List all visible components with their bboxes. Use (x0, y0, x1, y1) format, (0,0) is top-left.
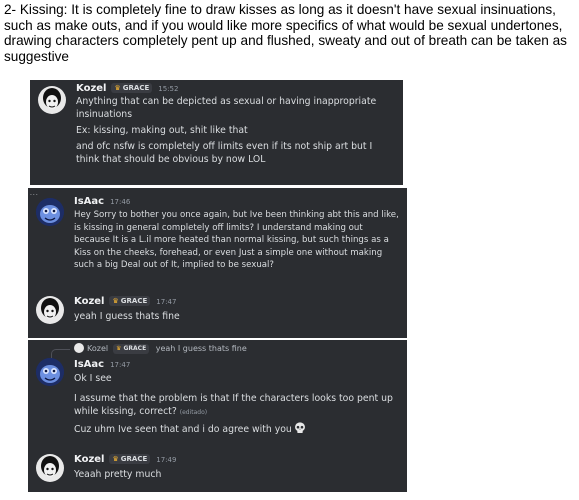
message-body: Ok I see I assume that the problem is th… (74, 372, 399, 436)
reply-preview[interactable]: Kozel ♛ GRACE yeah I guess thats fine (74, 343, 247, 354)
author-name[interactable]: Kozel (76, 83, 106, 94)
timestamp: 17:49 (156, 456, 177, 464)
kozel-avatar-icon[interactable] (36, 454, 64, 482)
message-line: Ok I see (74, 373, 112, 384)
role-tag: ♛ GRACE (113, 344, 150, 354)
author-name[interactable]: Kozel (74, 296, 104, 307)
timestamp: 17:47 (110, 361, 131, 369)
reply-text: yeah I guess thats fine (155, 344, 247, 353)
message-line: and ofc nsfw is completely off limits ev… (76, 141, 373, 165)
kozel-avatar-icon[interactable] (36, 296, 64, 324)
crown-icon: ♛ (112, 297, 119, 305)
author-name[interactable]: Kozel (74, 454, 104, 465)
timestamp: 17:47 (156, 298, 177, 306)
kozel-mini-avatar-icon (74, 343, 84, 353)
chat-screenshot-2: ... IsAac 17:46 Hey Sorry to bother you o… (28, 188, 407, 338)
crown-icon: ♛ (112, 455, 119, 463)
timestamp: 15:52 (158, 85, 179, 93)
role-tag: ♛ GRACE (111, 83, 153, 93)
skull-emoji-icon (294, 422, 306, 434)
role-tag: ♛ GRACE (109, 454, 151, 464)
isaac-avatar-icon[interactable] (36, 198, 64, 226)
message-line: Anything that can be depicted as sexual … (76, 96, 377, 120)
message-body: yeah I guess thats fine (74, 311, 180, 322)
chat-screenshot-1: Kozel ♛ GRACE 15:52 Anything that can be de… (30, 80, 403, 185)
reply-author: Kozel (87, 344, 109, 353)
timestamp: 17:46 (110, 198, 131, 206)
message-line: I assume that the problem is that If the… (74, 393, 393, 417)
corner-marker: ... (30, 190, 39, 197)
message-body: Hey Sorry to bother you once again, but … (74, 210, 399, 271)
rule-text: 2- Kissing: It is completely fine to dra… (4, 2, 567, 64)
crown-icon: ♛ (116, 345, 122, 352)
message-body: Yeaah pretty much (74, 469, 162, 480)
edited-label: (editado) (179, 409, 208, 416)
role-tag: ♛ GRACE (109, 296, 151, 306)
author-name[interactable]: IsAac (74, 359, 104, 370)
kozel-avatar-icon[interactable] (38, 86, 66, 114)
message-body: Anything that can be depicted as sexual … (76, 95, 395, 166)
message-line: Ex: kissing, making out, shit like that (76, 125, 248, 136)
reply-arrow-icon (51, 349, 70, 359)
author-name[interactable]: IsAac (74, 196, 104, 207)
isaac-avatar-icon[interactable] (36, 358, 64, 386)
crown-icon: ♛ (114, 84, 121, 92)
chat-screenshot-3: Kozel ♛ GRACE yeah I guess thats fine IsAa… (28, 340, 407, 492)
message-line: Cuz uhm Ive seen that and i do agree wit… (74, 422, 399, 436)
